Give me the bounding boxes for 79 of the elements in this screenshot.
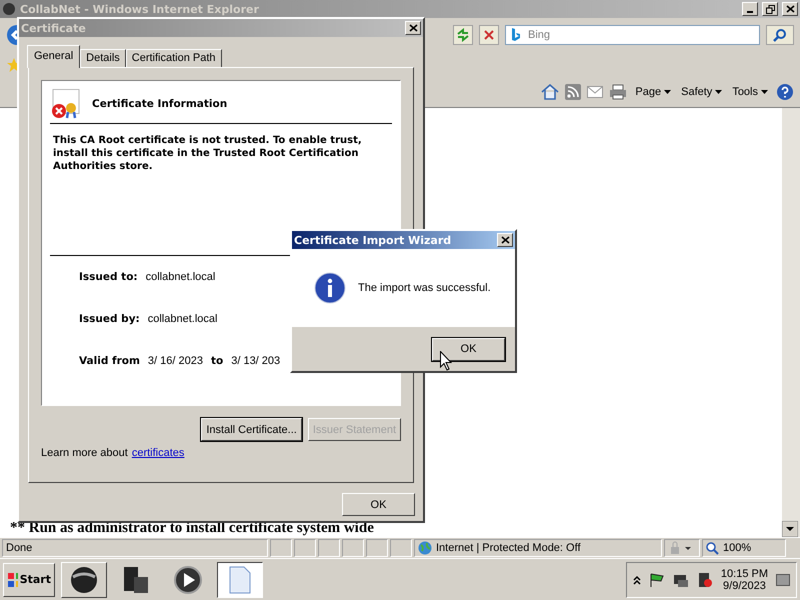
- ok-button[interactable]: OK: [342, 493, 415, 516]
- status-pane: [318, 539, 340, 557]
- help-icon[interactable]: [776, 83, 794, 101]
- tab[interactable]: Details: [80, 49, 126, 67]
- refresh-button[interactable]: [453, 25, 473, 45]
- caret-icon: [715, 90, 722, 94]
- status-pane: [294, 539, 316, 557]
- clock-date[interactable]: 9/9/2023: [723, 580, 766, 592]
- field-label: Valid from: [79, 355, 140, 367]
- stop-icon: [483, 29, 495, 41]
- close-icon: [408, 24, 418, 32]
- caret-icon: [664, 90, 672, 94]
- scroll-down-icon[interactable]: [782, 521, 798, 537]
- restore-icon: [766, 4, 774, 14]
- status-pane: [270, 539, 292, 557]
- clock-time[interactable]: 10:15 PM: [720, 568, 768, 580]
- document-icon: [229, 566, 251, 594]
- stop-button[interactable]: [479, 25, 499, 45]
- field-value: collabnet.local: [148, 313, 218, 325]
- restore-button[interactable]: [762, 2, 778, 16]
- wizard-message: The import was successful.: [358, 282, 491, 294]
- feed-icon[interactable]: [565, 84, 582, 100]
- star-icon[interactable]: [6, 57, 17, 73]
- search-icon: [773, 28, 787, 42]
- tab[interactable]: Certification Path: [126, 49, 222, 67]
- minimize-button[interactable]: [742, 2, 758, 16]
- zoom-icon: [706, 542, 719, 554]
- dialog-title: Certificate Import Wizard: [294, 234, 452, 246]
- lock-icon[interactable]: [668, 541, 692, 555]
- show-desktop-icon[interactable]: [776, 574, 790, 586]
- close-icon: [786, 5, 794, 13]
- printer-icon[interactable]: [609, 84, 628, 100]
- security-zone: Internet | Protected Mode: Off: [436, 542, 581, 554]
- chevron-icon[interactable]: [632, 574, 641, 584]
- taskbar-app-button[interactable]: [217, 562, 263, 598]
- close-icon: [500, 236, 510, 244]
- info-icon: [314, 272, 346, 304]
- mail-icon[interactable]: [587, 86, 604, 98]
- home-icon[interactable]: [541, 84, 560, 100]
- certificates-link[interactable]: certificates: [132, 447, 184, 459]
- menu-button[interactable]: Safety: [679, 86, 724, 98]
- status-pane: [342, 539, 364, 557]
- info-heading: Certificate Information: [92, 98, 228, 110]
- date-value: 3/ 13/ 203: [231, 355, 280, 367]
- field-label: Issued to:: [79, 271, 138, 283]
- certificate-error-icon: [50, 89, 80, 119]
- tab[interactable]: General: [27, 45, 80, 68]
- menu-button[interactable]: Page: [633, 86, 674, 98]
- help-text: Learn more about: [41, 447, 128, 459]
- status-pane: [366, 539, 388, 557]
- field-value: collabnet.local: [146, 271, 216, 283]
- search-button[interactable]: [766, 25, 794, 45]
- dialog-title: Certificate: [21, 22, 87, 34]
- status-pane: [390, 539, 412, 557]
- menu-button[interactable]: Tools: [730, 86, 770, 98]
- window-title: CollabNet - Windows Internet Explorer: [20, 2, 260, 16]
- globe-icon: [418, 541, 432, 555]
- flag-icon[interactable]: [648, 572, 665, 588]
- sphere-icon: [69, 564, 99, 594]
- refresh-icon: [456, 28, 470, 42]
- search-field[interactable]: Bing: [505, 25, 760, 45]
- ok-button[interactable]: OK: [432, 338, 505, 360]
- search-provider-icon: [511, 28, 521, 42]
- computer-icon: [122, 564, 150, 594]
- date-value: 3/ 16/ 2023: [148, 355, 203, 367]
- caret-icon: [761, 90, 768, 94]
- app-icon: [2, 2, 16, 16]
- status-text: Done: [6, 542, 32, 554]
- field-label: to: [210, 355, 224, 367]
- field-label: Issued by:: [79, 313, 140, 325]
- close-button[interactable]: [497, 233, 513, 247]
- speaker-icon[interactable]: [696, 572, 713, 588]
- close-button[interactable]: [405, 21, 421, 35]
- start-logo-icon: [7, 572, 18, 588]
- play-icon: [173, 564, 203, 594]
- start-button[interactable]: Start: [3, 562, 55, 596]
- dialog-button[interactable]: Install Certificate...: [201, 418, 302, 441]
- close-button[interactable]: [782, 2, 798, 16]
- trust-message: This CA Root certificate is not trusted. To enable trust, install this certificate in the Trusted Root Certification Authorities store.: [53, 134, 363, 173]
